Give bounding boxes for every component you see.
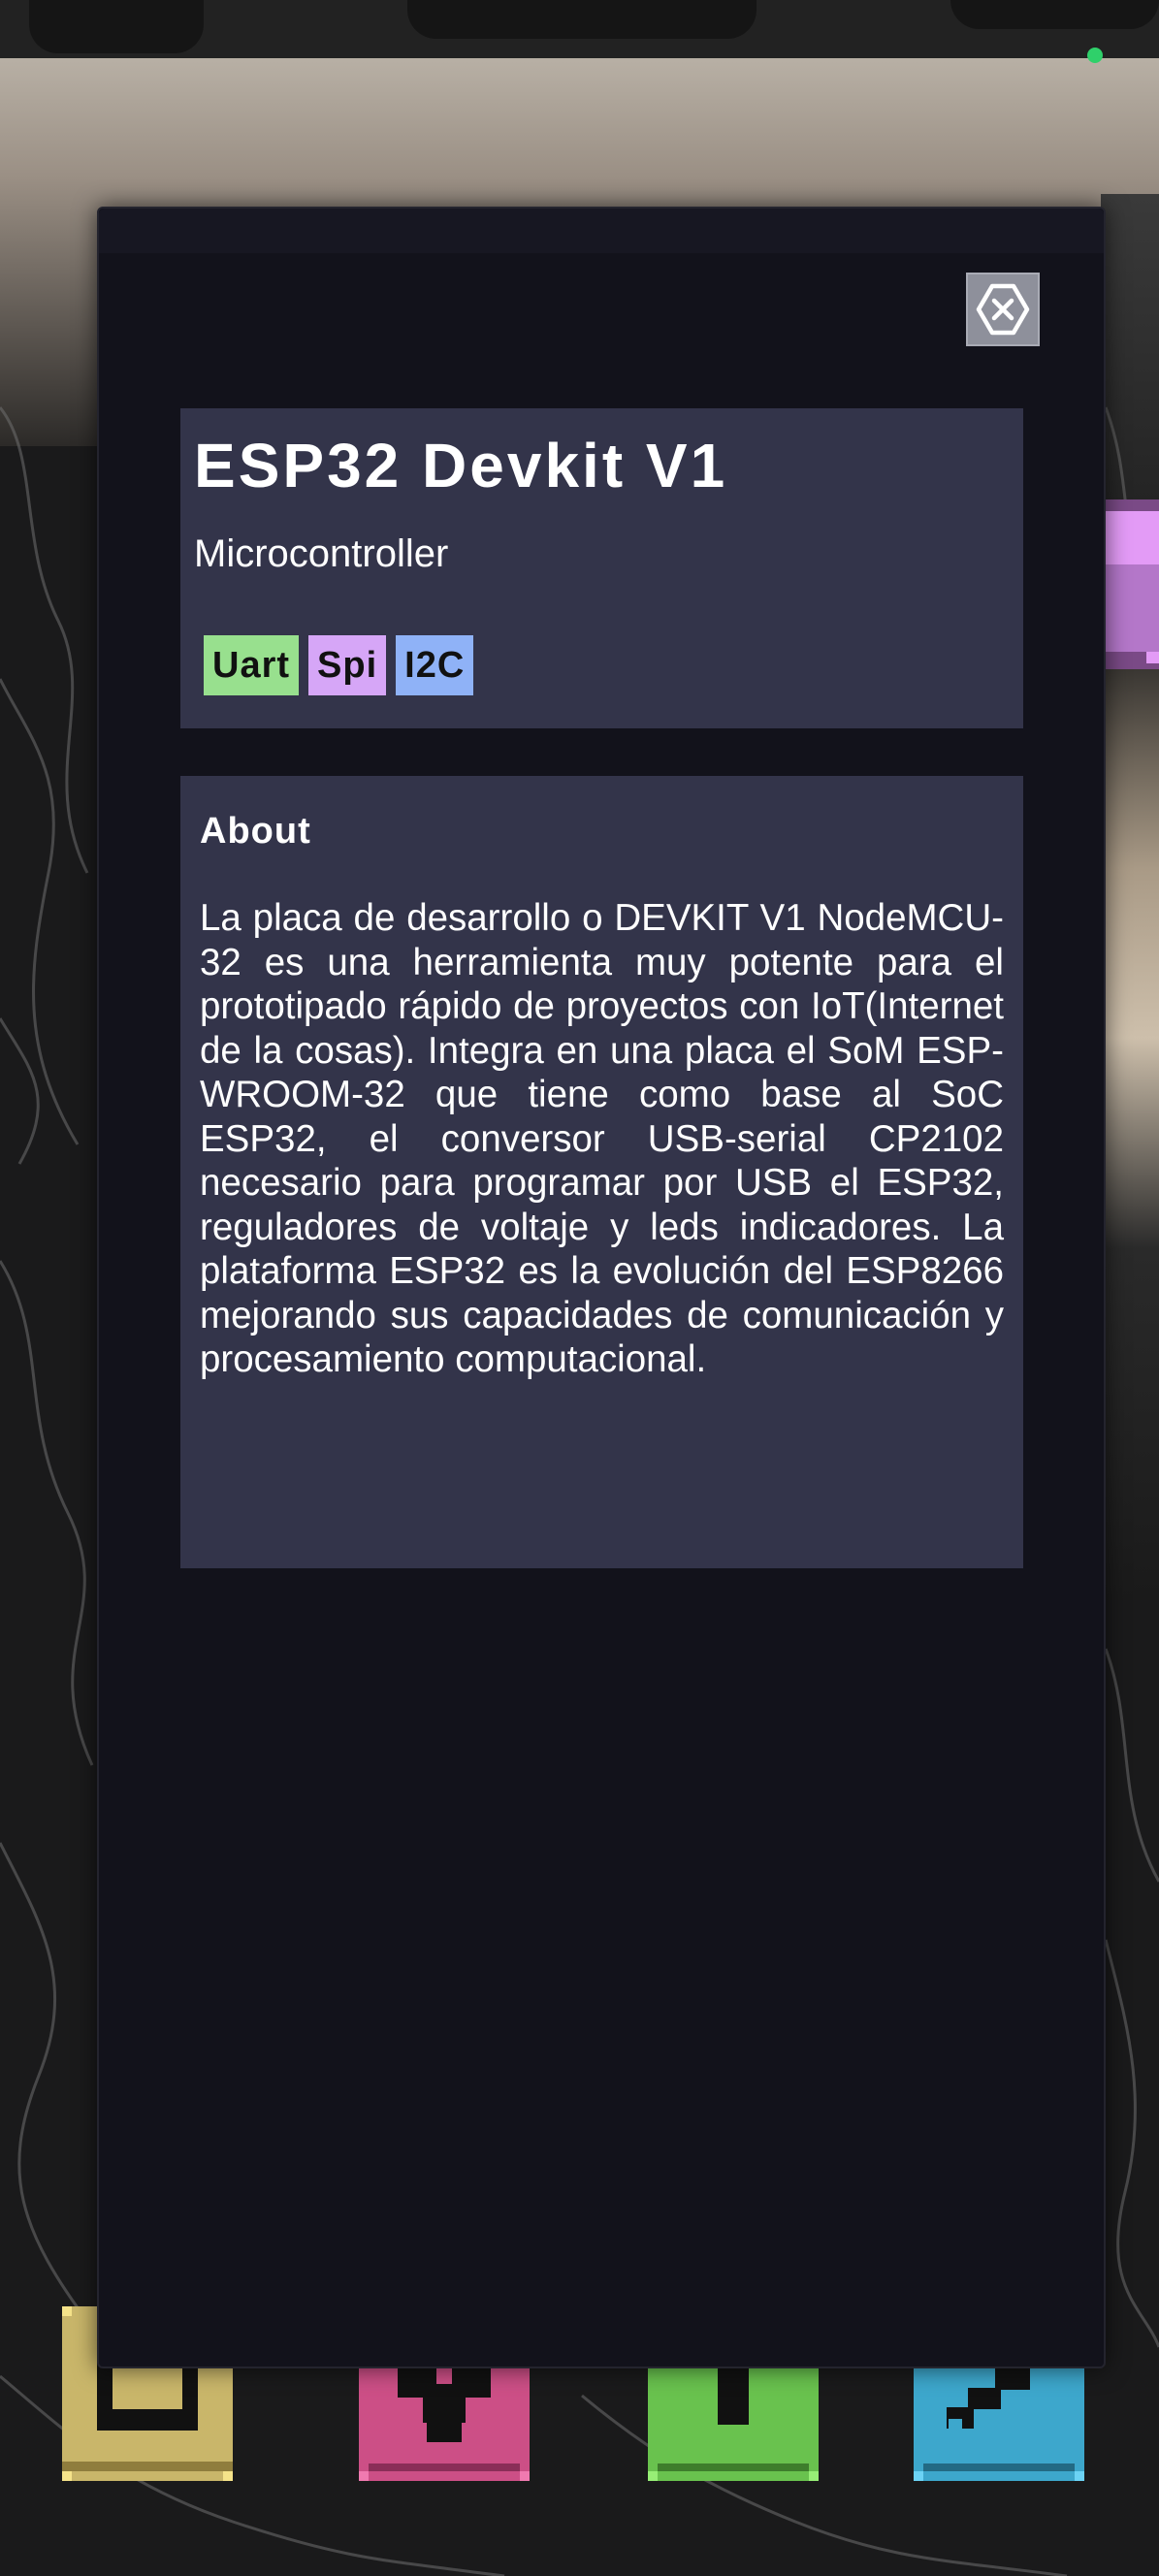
device-category: Microcontroller bbox=[194, 532, 449, 575]
close-icon bbox=[976, 283, 1030, 336]
about-card: About La placa de desarrollo o DEVKIT V1… bbox=[180, 776, 1023, 1568]
device-title: ESP32 Devkit V1 bbox=[194, 431, 728, 500]
close-button[interactable] bbox=[966, 273, 1040, 346]
about-description: La placa de desarrollo o DEVKIT V1 NodeM… bbox=[200, 897, 1004, 1380]
status-indicator bbox=[1087, 48, 1103, 63]
tag-spi: Spi bbox=[308, 635, 387, 695]
tag-uart: Uart bbox=[204, 635, 300, 695]
tag-i2c: I2C bbox=[396, 635, 474, 695]
device-info-modal: ESP32 Devkit V1 Microcontroller Uart Spi… bbox=[97, 207, 1106, 2368]
device-header-card: ESP32 Devkit V1 Microcontroller Uart Spi… bbox=[180, 408, 1023, 728]
protocol-tags: Uart Spi I2C bbox=[204, 635, 474, 695]
modal-top-bar bbox=[99, 209, 1104, 253]
about-heading: About bbox=[200, 811, 311, 852]
